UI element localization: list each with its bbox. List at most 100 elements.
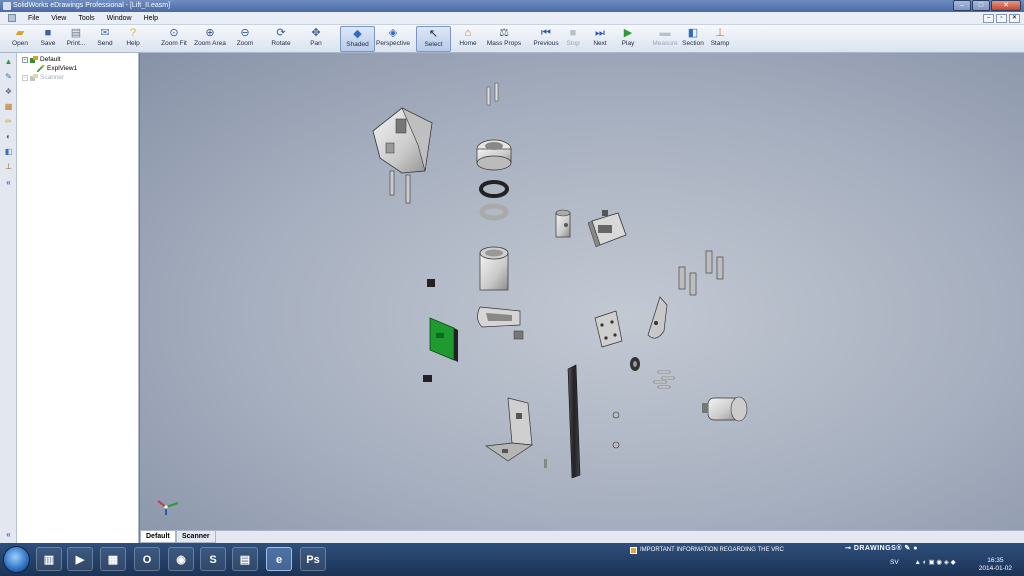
part-rack[interactable] xyxy=(567,364,581,479)
taskbar-solidworks-icon[interactable]: S xyxy=(200,547,226,571)
collapse-toggle[interactable]: − xyxy=(22,56,28,63)
language-indicator[interactable]: SV xyxy=(890,559,899,566)
stamp-tool-icon[interactable]: ⊥ xyxy=(3,161,14,172)
part-mount-plate[interactable] xyxy=(594,310,623,348)
previous-icon: ⏮ xyxy=(541,27,551,39)
print-button[interactable]: ▤ Print... xyxy=(63,26,89,52)
taskbar-explorer-icon[interactable]: ▥ xyxy=(36,547,62,571)
taskbar-app-icon[interactable]: ▦ xyxy=(100,547,126,571)
part-tube[interactable] xyxy=(479,246,509,291)
part-connector[interactable] xyxy=(423,375,432,382)
3d-viewport[interactable] xyxy=(140,53,1024,530)
maximize-button[interactable]: □ xyxy=(972,0,990,11)
start-button[interactable] xyxy=(3,546,30,573)
menu-window[interactable]: Window xyxy=(107,15,132,22)
taskbar-media-icon[interactable]: ▶ xyxy=(67,547,93,571)
save-button[interactable]: ■ Save xyxy=(36,26,60,52)
part-housing-block[interactable] xyxy=(372,107,433,204)
collapse-panel-icon[interactable]: « xyxy=(3,177,14,188)
markup-icon[interactable]: ✎ xyxy=(3,71,14,82)
document-icon xyxy=(8,14,16,22)
select-button[interactable]: ↖ Select xyxy=(416,26,451,52)
part-bearing[interactable] xyxy=(479,180,509,198)
mass-icon[interactable]: ◧ xyxy=(3,146,14,157)
part-cup[interactable] xyxy=(476,139,512,171)
doc-close-button[interactable]: ✕ xyxy=(1009,14,1020,23)
part-screws-top[interactable] xyxy=(486,82,499,106)
part-switch[interactable] xyxy=(427,279,435,287)
taskbar-project-icon[interactable]: ▤ xyxy=(232,547,258,571)
sheets-icon[interactable]: ▦ xyxy=(3,101,14,112)
open-label: Open xyxy=(12,40,28,47)
part-small-block[interactable] xyxy=(513,330,524,340)
stamp-button[interactable]: ⊥ Stamp xyxy=(709,26,731,52)
help-button[interactable]: ? Help xyxy=(121,26,145,52)
mass-props-button[interactable]: ⚖ Mass Props xyxy=(486,26,522,52)
part-screws-bottom[interactable] xyxy=(544,411,620,468)
taskbar-chrome-icon[interactable]: ◉ xyxy=(168,547,194,571)
next-button[interactable]: ⏭ Next xyxy=(589,26,611,52)
part-u-bracket[interactable] xyxy=(477,306,521,328)
exploded-assembly-view[interactable] xyxy=(140,53,1024,530)
tray-icons[interactable]: ▲ ◐ ▣ ◉ ◈ ◆ xyxy=(914,559,955,566)
printer-icon: ▤ xyxy=(70,27,82,39)
tab-default[interactable]: Default xyxy=(140,531,176,543)
measure-button[interactable]: ▬ Measure xyxy=(651,26,679,52)
taskbar-photoshop-icon[interactable]: Ps xyxy=(300,547,326,571)
doc-minimize-button[interactable]: – xyxy=(983,14,994,23)
notification-bar[interactable]: IMPORTANT INFORMATION REGARDING THE VRC xyxy=(630,545,835,555)
menu-file[interactable]: File xyxy=(28,15,39,22)
part-motor[interactable] xyxy=(702,396,748,422)
part-gear[interactable] xyxy=(630,357,640,371)
main-toolbar: ▰ Open ■ Save ▤ Print... ✉ Send ? Help ⊙ Zoom … xyxy=(0,25,1024,53)
section-button[interactable]: ◧ Section xyxy=(681,26,705,52)
shaded-button[interactable]: ◆ Shaded xyxy=(340,26,375,52)
zoom-fit-button[interactable]: ⊙ Zoom Fit xyxy=(159,26,189,52)
doc-restore-button[interactable]: ▫ xyxy=(996,14,1007,23)
expand-panel-icon[interactable]: « xyxy=(3,529,14,540)
pencil-icon[interactable]: ✏ xyxy=(3,116,14,127)
menu-tools[interactable]: Tools xyxy=(78,15,94,22)
part-servo[interactable] xyxy=(587,210,627,248)
menu-help[interactable]: Help xyxy=(144,15,158,22)
measure-tool-icon[interactable]: ◐ xyxy=(3,131,14,142)
zoom-button[interactable]: ⊖ Zoom xyxy=(233,26,257,52)
play-button[interactable]: ▶ Play xyxy=(617,26,639,52)
section-icon: ◧ xyxy=(687,27,699,39)
minimize-button[interactable]: – xyxy=(953,0,971,11)
tree-node-scanner[interactable]: + Scanner xyxy=(22,74,64,81)
menu-view[interactable]: View xyxy=(51,15,66,22)
tree-node-default[interactable]: − Default xyxy=(22,56,61,63)
zoom-area-button[interactable]: ⊕ Zoom Area xyxy=(193,26,227,52)
part-pcb[interactable] xyxy=(429,317,458,362)
clock[interactable]: 16:35 2014-01-02 xyxy=(979,557,1012,573)
tree-node-default-label: Default xyxy=(40,56,61,63)
tab-scanner[interactable]: Scanner xyxy=(176,531,216,543)
next-icon: ⏭ xyxy=(595,27,605,39)
part-link-plates[interactable] xyxy=(678,250,724,296)
part-l-bracket[interactable] xyxy=(485,397,534,462)
taskbar-outlook-icon[interactable]: O xyxy=(134,547,160,571)
zoom-icon: ⊖ xyxy=(240,27,250,39)
window-title: SolidWorks eDrawings Professional - [Lif… xyxy=(13,2,171,9)
previous-button[interactable]: ⏮ Previous xyxy=(532,26,560,52)
rotate-button[interactable]: ⟳ Rotate xyxy=(268,26,294,52)
stop-button[interactable]: ■ Stop xyxy=(563,26,583,52)
home-button[interactable]: ⌂ Home xyxy=(456,26,480,52)
part-washer[interactable] xyxy=(479,203,509,221)
perspective-button[interactable]: ◈ Perspective xyxy=(376,26,410,52)
open-button[interactable]: ▰ Open xyxy=(8,26,32,52)
part-curved-plate[interactable] xyxy=(647,296,668,339)
taskbar-edrawings-icon[interactable]: e xyxy=(266,547,292,571)
pan-button[interactable]: ✥ Pan xyxy=(305,26,327,52)
close-button[interactable]: ✕ xyxy=(991,0,1021,11)
part-pins[interactable] xyxy=(653,370,675,389)
configurations-icon[interactable]: ❖ xyxy=(3,86,14,97)
tree-node-explview1[interactable]: ExplView1 xyxy=(37,65,77,72)
part-coupler[interactable] xyxy=(555,209,571,238)
expand-toggle[interactable]: + xyxy=(22,74,28,81)
send-button[interactable]: ✉ Send xyxy=(93,26,117,52)
components-icon[interactable]: ▲ xyxy=(3,56,14,67)
shaded-cube-icon: ◆ xyxy=(353,28,362,40)
zoom-area-icon: ⊕ xyxy=(205,27,215,39)
